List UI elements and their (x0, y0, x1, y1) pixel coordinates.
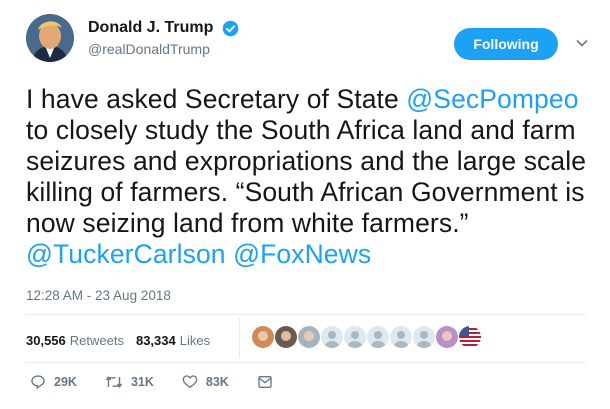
liker-avatar[interactable] (367, 326, 389, 348)
liker-avatar[interactable] (390, 326, 412, 348)
liker-avatar[interactable] (321, 326, 343, 348)
chevron-down-icon[interactable] (575, 36, 589, 50)
liker-avatar[interactable] (252, 326, 274, 348)
retweet-action[interactable]: 31K (105, 374, 154, 390)
liker-avatar[interactable] (298, 326, 320, 348)
reply-action[interactable]: 29K (30, 374, 77, 390)
tweet-text-segment: I have asked Secretary of State (26, 84, 407, 114)
stats-separator (239, 318, 240, 358)
divider (26, 314, 586, 315)
mention-link[interactable]: @FoxNews (233, 239, 371, 269)
likes-count: 83,334 (135, 332, 176, 348)
liker-avatars (252, 326, 482, 348)
avatar-image (26, 14, 74, 62)
retweets-count: 30,556 (26, 332, 66, 348)
retweets-stat[interactable]: 30,556 Retweets (26, 333, 124, 348)
reply-count: 29K (54, 375, 77, 389)
heart-icon (182, 375, 198, 389)
engagement-stats: 30,556 Retweets 83,334 Likes (26, 330, 222, 350)
user-handle[interactable]: @realDonaldTrump (88, 39, 239, 59)
like-count: 83K (205, 375, 229, 389)
tweet-text-segment: to closely study the South Africa land a… (26, 115, 587, 238)
direct-message-icon (258, 376, 272, 388)
direct-message-action[interactable] (257, 374, 281, 390)
tweet-timestamp[interactable]: 12:28 AM - 23 Aug 2018 (26, 288, 171, 303)
avatar[interactable] (26, 14, 74, 62)
mention-link[interactable]: @TuckerCarlson (26, 239, 226, 269)
like-action[interactable]: 83K (182, 374, 229, 390)
reply-icon (31, 375, 45, 390)
liker-avatar[interactable] (275, 326, 297, 348)
display-name[interactable]: Donald J. Trump (88, 18, 213, 38)
retweet-count: 31K (130, 375, 154, 389)
liker-avatar[interactable] (436, 326, 458, 348)
divider (26, 362, 586, 363)
following-button[interactable]: Following (454, 28, 558, 60)
likes-stat[interactable]: 83,334 Likes (136, 333, 210, 348)
verified-badge-icon (222, 20, 239, 36)
retweet-icon (105, 376, 123, 388)
tweet-actions: 29K 31K 83K (30, 374, 309, 390)
user-info: Donald J. Trump @realDonaldTrump (88, 18, 239, 59)
tweet-text: I have asked Secretary of State @SecPomp… (26, 84, 596, 270)
liker-avatar[interactable] (413, 326, 435, 348)
retweets-label: Retweets (69, 332, 124, 348)
likes-label: Likes (179, 332, 211, 348)
tweet-header: Donald J. Trump @realDonaldTrump Followi… (26, 12, 598, 64)
liker-avatar[interactable] (344, 326, 366, 348)
tweet-text-segment (226, 239, 233, 269)
mention-link[interactable]: @SecPompeo (406, 84, 578, 114)
liker-avatar[interactable] (459, 326, 481, 348)
